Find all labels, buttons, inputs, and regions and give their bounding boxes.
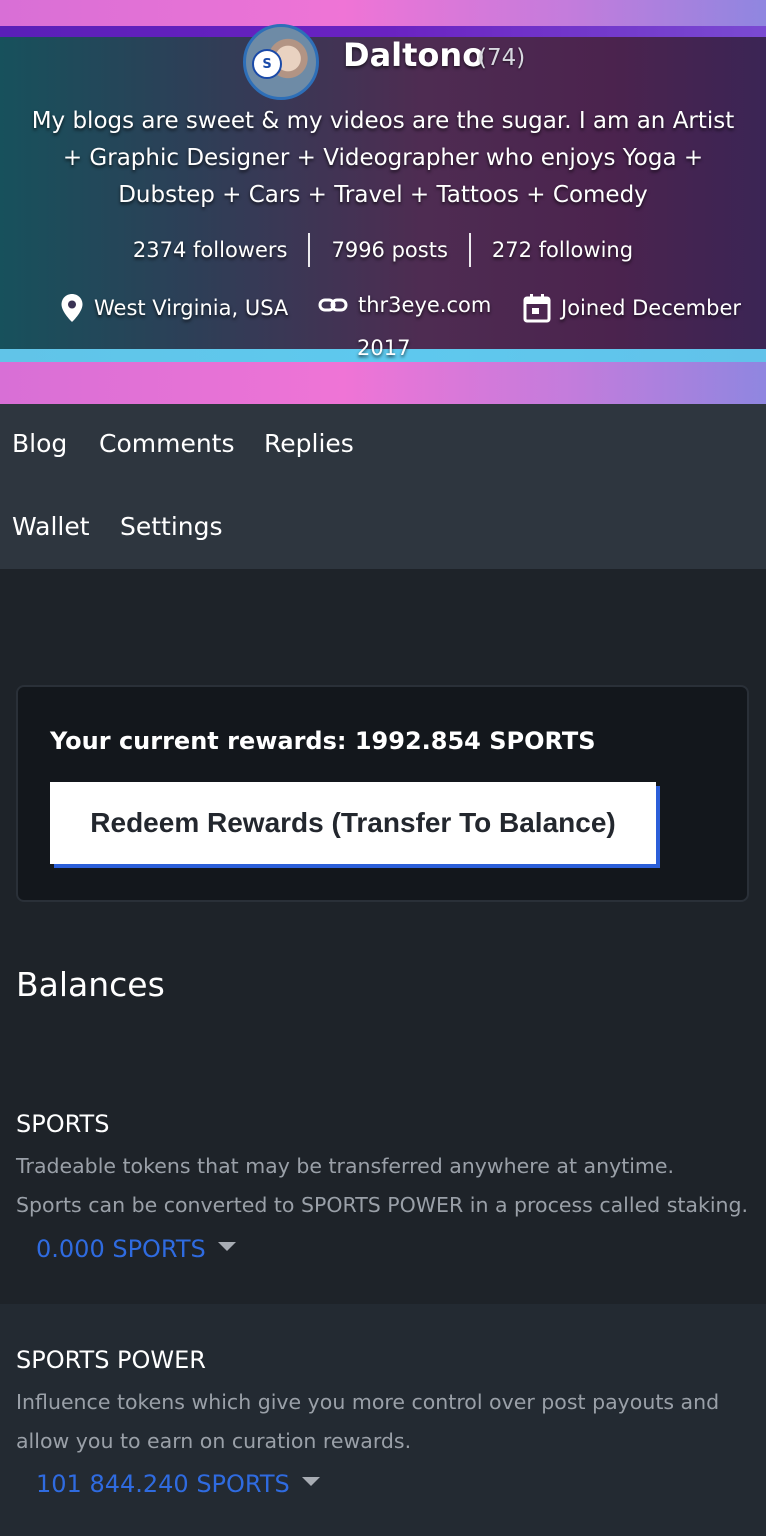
posts-count: 7996 posts xyxy=(331,238,448,262)
profile-joined: Joined December xyxy=(523,293,741,323)
sports-power-description-line-1: Influence tokens which give you more con… xyxy=(16,1390,720,1414)
tab-settings[interactable]: Settings xyxy=(120,512,223,541)
current-rewards-text: Your current rewards: 1992.854 SPORTS xyxy=(50,727,596,755)
location-pin-icon xyxy=(61,294,83,322)
sports-power-title: SPORTS POWER xyxy=(16,1346,206,1374)
calendar-icon xyxy=(523,294,551,323)
sports-power-amount[interactable]: 101 844.240 SPORTS xyxy=(36,1470,290,1498)
tab-replies[interactable]: Replies xyxy=(264,429,354,458)
tab-comments[interactable]: Comments xyxy=(99,429,235,458)
caret-down-icon[interactable] xyxy=(217,1241,236,1251)
profile-stats: 2374 followers 7996 posts 272 following xyxy=(0,232,766,268)
sports-power-description-line-2: allow you to earn on curation rewards. xyxy=(16,1429,412,1453)
balances-heading: Balances xyxy=(16,965,165,1004)
sports-power-amount-dropdown[interactable]: 101 844.240 SPORTS xyxy=(36,1470,320,1498)
location-text: West Virginia, USA xyxy=(94,296,289,320)
joined-text: Joined December xyxy=(561,296,742,320)
stats-divider xyxy=(468,233,471,267)
tab-wallet[interactable]: Wallet xyxy=(12,512,90,541)
steem-logo-icon: S xyxy=(252,49,282,79)
profile-location: West Virginia, USA xyxy=(60,293,288,323)
followers-count[interactable]: 2374 followers xyxy=(112,238,309,262)
joined-year: 2017 xyxy=(357,336,411,360)
redeem-rewards-button[interactable]: Redeem Rewards (Transfer To Balance) xyxy=(50,782,656,864)
tab-blog[interactable]: Blog xyxy=(12,429,67,458)
profile-name: Daltono xyxy=(343,36,485,74)
caret-down-icon[interactable] xyxy=(301,1476,320,1486)
following-count[interactable]: 272 following xyxy=(471,238,654,262)
profile-bio: My blogs are sweet & my videos are the s… xyxy=(31,108,735,208)
sports-amount-dropdown[interactable]: 0.000 SPORTS xyxy=(36,1235,236,1263)
stats-divider xyxy=(308,233,311,267)
website-link[interactable]: thr3eye.com xyxy=(358,293,491,317)
sports-description-line-1: Tradeable tokens that may be transferred… xyxy=(16,1154,675,1178)
sports-amount[interactable]: 0.000 SPORTS xyxy=(36,1235,206,1263)
link-icon xyxy=(318,298,348,312)
reputation-score: (74) xyxy=(478,45,526,71)
sports-title: SPORTS xyxy=(16,1110,110,1138)
profile-website[interactable]: thr3eye.com xyxy=(318,293,491,317)
sports-description-line-2: Sports can be converted to SPORTS POWER … xyxy=(16,1193,749,1217)
avatar[interactable]: S xyxy=(243,24,319,100)
